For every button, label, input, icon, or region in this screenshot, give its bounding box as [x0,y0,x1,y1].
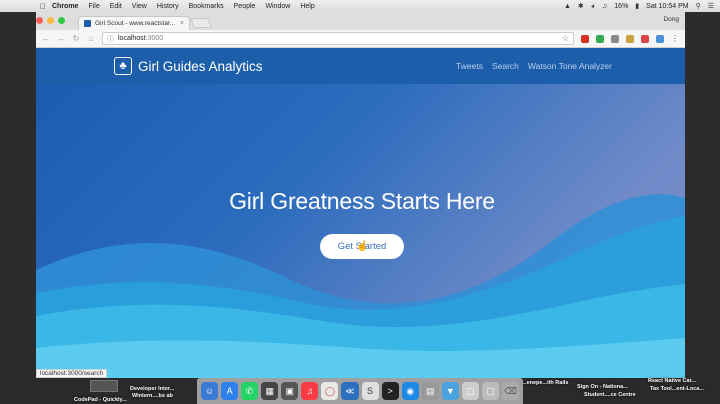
clock[interactable]: Sat 10:54 PM [646,3,688,10]
terminal-icon[interactable]: > [381,382,399,400]
site-navbar: ♣ Girl Guides Analytics Tweets Search Wa… [36,48,685,84]
trash-icon[interactable]: ⌫ [501,382,519,400]
whatsapp-icon[interactable]: ✆ [241,382,259,400]
desktop-label-developer[interactable]: Developer Inter... [130,386,174,393]
desktop-label-student[interactable]: Student....ce Centre [584,392,636,399]
forward-icon[interactable]: → [57,34,65,43]
hero-title: Girl Greatness Starts Here [229,188,495,214]
address-host: localhost [118,35,146,42]
menu-people[interactable]: People [234,3,256,10]
menu-window[interactable]: Window [265,3,290,10]
appstore-icon[interactable]: A [221,382,239,400]
tab-favicon-icon [84,20,91,27]
upload-icon[interactable]: ▲ [564,3,571,10]
desktop-label-codepad[interactable]: CodePad - Quickly... [74,397,127,404]
chrome-menu-icon[interactable]: ⋮ [671,34,679,43]
menubar-status-area: ▲ ✱ ◕ ♫ 16% ▮ Sat 10:54 PM ⚲ ☰ [564,0,714,12]
link-status-bar: localhost:3000/search [36,369,108,378]
site-nav: Tweets Search Watson Tone Analyzer [456,61,612,71]
chrome-window: Girl Scout - www.reactstar... × Dong ← →… [36,12,685,378]
downloads-folder-icon[interactable]: ▼ [441,382,459,400]
tab-strip: Girl Scout - www.reactstar... × Dong [36,12,685,30]
document-icon[interactable]: ▤ [421,382,439,400]
minimize-window-button[interactable] [47,17,54,24]
desktop-label-tax-tool[interactable]: Tax Tool...ent-Loca... [650,386,704,393]
tab-title: Girl Scout - www.reactstar... [95,20,176,27]
macos-menubar:  Chrome File Edit View History Bookmark… [0,0,720,12]
home-icon[interactable]: ⌂ [87,34,95,43]
macos-dock: ☺ A ✆ ▦ ▣ ♫ ◯ ≪ S > ◉ ▤ ▼ ▢ ▢ ⌫ [197,378,523,404]
nav-link-tweets[interactable]: Tweets [456,61,483,71]
menu-bookmarks[interactable]: Bookmarks [189,3,224,10]
browser-tab[interactable]: Girl Scout - www.reactstar... × [78,16,190,30]
notification-center-icon[interactable]: ☰ [708,2,714,10]
window-thumbnail-icon-2[interactable]: ▢ [481,382,499,400]
bluetooth-icon[interactable]: ✱ [578,2,584,10]
menu-history[interactable]: History [157,3,179,10]
browser-toolbar: ← → ↻ ⌂ ⓘ localhost:3000 ☆ ⋮ [36,30,685,48]
reload-icon[interactable]: ↻ [72,34,80,43]
nav-link-watson[interactable]: Watson Tone Analyzer [528,61,612,71]
vscode-icon[interactable]: ≪ [341,382,359,400]
window-thumbnail-icon[interactable]: ▢ [461,382,479,400]
battery-percent[interactable]: 16% [614,3,628,10]
profile-name[interactable]: Dong [663,16,679,23]
desktop-label-enepe[interactable]: ...enepe...ith Rails [522,380,568,387]
extension-icon-blue[interactable] [656,34,664,43]
desktop-label-wintern[interactable]: Wintern....bs ab [132,393,173,400]
bookmark-star-icon[interactable]: ☆ [562,34,569,43]
extension-icon-gray[interactable] [611,34,619,43]
extension-icon-pdf[interactable] [641,34,649,43]
brand-name: Girl Guides Analytics [138,58,263,74]
page-info-icon[interactable]: ⓘ [107,34,114,44]
window-controls [36,17,65,24]
close-window-button[interactable] [36,17,43,24]
wifi-icon[interactable]: ◕ [591,3,595,10]
battery-icon[interactable]: ▮ [635,2,639,10]
address-bar[interactable]: ⓘ localhost:3000 ☆ [102,32,574,45]
menu-view[interactable]: View [132,3,147,10]
desktop-label-react-native[interactable]: React Native Car... [648,378,696,385]
menu-edit[interactable]: Edit [110,3,122,10]
tab-close-icon[interactable]: × [180,20,184,27]
extension-icon-red[interactable] [581,34,589,43]
new-tab-button[interactable] [190,18,212,28]
chrome-icon[interactable]: ◯ [321,382,339,400]
menu-help[interactable]: Help [300,3,314,10]
gallery-icon[interactable]: ▣ [281,382,299,400]
volume-icon[interactable]: ♫ [602,3,607,10]
menu-app-chrome[interactable]: Chrome [52,3,78,10]
zoom-window-button[interactable] [58,17,65,24]
browser-app-icon[interactable]: ◉ [401,382,419,400]
trefoil-logo-icon: ♣ [114,57,132,75]
finder-icon[interactable]: ☺ [201,382,219,400]
address-port: :3000 [145,35,164,42]
desktop-thumbnail[interactable] [90,380,118,392]
site-brand[interactable]: ♣ Girl Guides Analytics [114,57,263,75]
extension-icon-shield[interactable] [596,34,604,43]
extension-icon-yellow[interactable] [626,34,634,43]
hand-cursor-icon: ☝ [356,241,369,252]
photos-icon[interactable]: ▦ [261,382,279,400]
sublime-icon[interactable]: S [361,382,379,400]
spotlight-icon[interactable]: ⚲ [696,2,701,10]
page-viewport: ♣ Girl Guides Analytics Tweets Search Wa… [36,48,685,378]
itunes-icon[interactable]: ♫ [301,382,319,400]
nav-link-search[interactable]: Search [492,61,519,71]
apple-menu-icon[interactable]:  [40,2,52,11]
back-icon[interactable]: ← [42,34,50,43]
desktop-label-signon[interactable]: Sign On - Nationa... [577,384,628,391]
menu-file[interactable]: File [88,3,99,10]
